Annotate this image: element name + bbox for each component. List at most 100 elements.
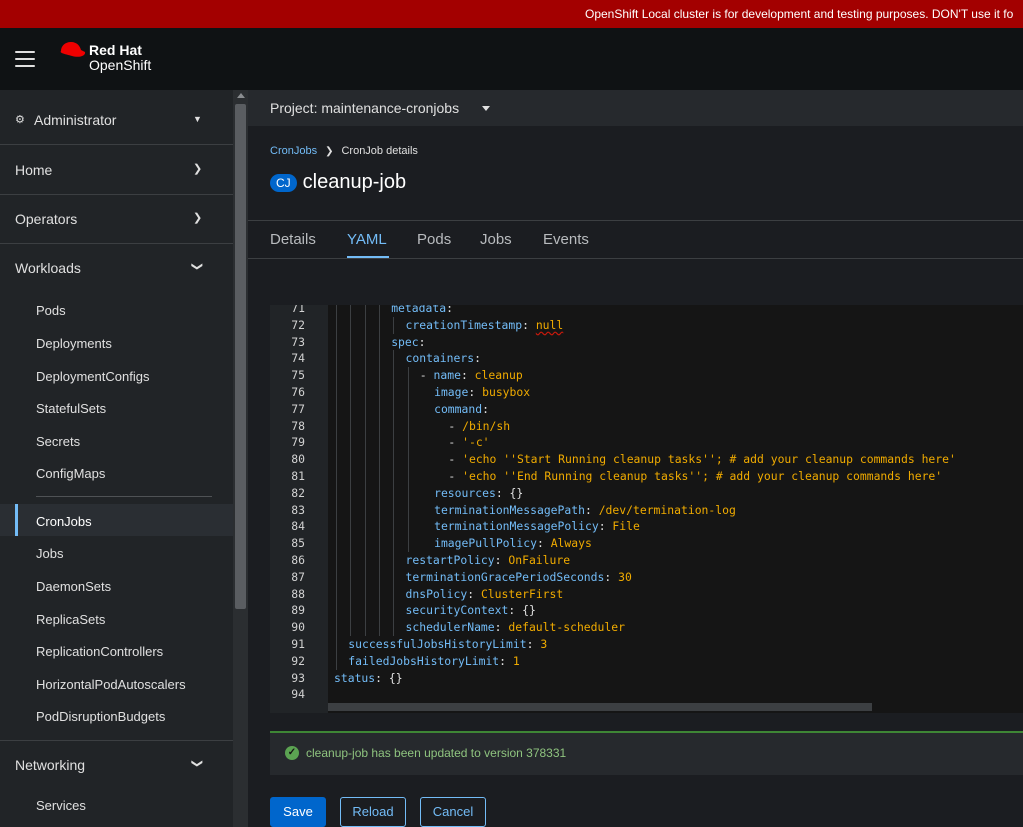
indent-guide — [407, 400, 409, 418]
indent-guide — [350, 619, 352, 637]
tab-jobs[interactable]: Jobs — [480, 231, 512, 248]
line-number: 85 — [291, 536, 305, 551]
redhat-logo-icon[interactable] — [57, 40, 87, 62]
yaml-separator: : — [467, 586, 481, 601]
line-number: 90 — [291, 620, 305, 635]
yaml-value: null — [535, 317, 564, 332]
indent-guide — [336, 417, 337, 435]
indent-guide — [336, 316, 337, 334]
caret-down-icon: ▼ — [193, 114, 202, 124]
code-line: 91 successfulJobsHistoryLimit: 3 — [270, 636, 1023, 653]
page-title-row: CJ cleanup-job — [270, 171, 406, 195]
code-line: 81 - 'echo ''End Running cleanup tasks'';… — [270, 468, 1023, 485]
sidebar-scrollbar[interactable] — [233, 90, 248, 827]
indent-guide — [407, 384, 409, 401]
indent-guide — [336, 350, 337, 368]
nav-item-replicationcontrollers[interactable]: ReplicationControllers — [36, 644, 163, 659]
nav-item-statefulsets[interactable]: StatefulSets — [36, 401, 106, 416]
nav-item-deployments[interactable]: Deployments — [36, 336, 112, 351]
yaml-editor[interactable]: 71 metadata: 72 creationTimestamp: null 73 sp… — [270, 305, 1023, 713]
scroll-up-arrow-icon[interactable] — [237, 93, 245, 98]
tab-events[interactable]: Events — [543, 231, 589, 248]
indent-guide — [364, 602, 366, 620]
indent-guide — [336, 568, 337, 586]
line-number: 78 — [291, 418, 305, 433]
line-number: 79 — [291, 435, 305, 450]
nav-section-home[interactable]: Home ❯ — [0, 146, 233, 195]
nav-item-pods[interactable]: Pods — [36, 303, 66, 318]
cancel-button[interactable]: Cancel — [420, 797, 486, 827]
editor-horizontal-scrollbar[interactable] — [328, 703, 872, 711]
yaml-key: restartPolicy — [405, 553, 495, 567]
reload-button[interactable]: Reload — [340, 797, 406, 827]
line-number: 75 — [291, 368, 305, 383]
indent-guide — [407, 468, 409, 485]
code-line: 86 restartPolicy: OnFailure — [270, 552, 1023, 569]
indent-guide — [364, 619, 366, 637]
nav-item-horizontalpodautoscalers[interactable]: HorizontalPodAutoscalers — [36, 677, 186, 692]
indent-guide — [350, 434, 352, 452]
check-circle-icon: ✓ — [285, 746, 299, 760]
sidebar-scroll-thumb[interactable] — [235, 104, 246, 609]
hamburger-menu-icon[interactable] — [15, 51, 35, 67]
indent-guide — [407, 367, 409, 385]
indent-guide — [378, 602, 380, 620]
nav-section-networking[interactable]: Networking ❯ — [0, 740, 233, 789]
tab-yaml[interactable]: YAML — [347, 231, 387, 248]
indent-guide — [336, 468, 337, 485]
indent-guide — [350, 350, 352, 368]
yaml-value: busybox — [482, 385, 531, 399]
code-line: 84 terminationMessagePolicy: File — [270, 518, 1023, 536]
indent-guide — [364, 451, 366, 469]
nav-item-poddisruptionbudgets[interactable]: PodDisruptionBudgets — [36, 709, 165, 724]
yaml-value: '-c' — [462, 435, 490, 450]
line-number: 72 — [291, 317, 305, 332]
yaml-value: 'echo ''End Running cleanup tasks''; # a… — [462, 469, 943, 483]
indent-guide — [350, 468, 352, 485]
tab-pods[interactable]: Pods — [417, 231, 451, 248]
brand-logo[interactable]: Red Hat OpenShift — [89, 43, 151, 73]
code-text: terminationGracePeriodSeconds: 30 — [406, 569, 632, 586]
nav-item-services[interactable]: Services — [36, 798, 86, 813]
yaml-separator: : — [508, 603, 523, 618]
indent-guide — [393, 400, 395, 418]
perspective-switcher[interactable]: ⚙ Administrator ▼ — [0, 96, 233, 145]
indent-guide — [364, 305, 366, 317]
nav-item-cronjobs[interactable]: CronJobs — [36, 514, 92, 529]
yaml-value: 'echo ''Start Running cleanup tasks''; #… — [462, 452, 956, 467]
yaml-value: 3 — [540, 637, 548, 651]
nav-section-networking-label: Networking — [15, 757, 86, 773]
alert-message: cleanup-job has been updated to version … — [306, 746, 567, 760]
code-line: 92 failedJobsHistoryLimit: 1 — [270, 652, 1023, 670]
nav-item-secrets[interactable]: Secrets — [36, 434, 80, 449]
yaml-value: {} — [509, 485, 524, 500]
tab-details[interactable]: Details — [270, 231, 316, 248]
indent-guide — [336, 535, 337, 553]
indent-guide — [378, 305, 380, 317]
yaml-separator: : — [499, 653, 513, 668]
yaml-key: command — [434, 401, 483, 416]
tabs-divider — [248, 258, 1023, 259]
nav-item-configmaps[interactable]: ConfigMaps — [36, 466, 105, 481]
code-text: schedulerName: default-scheduler — [406, 619, 625, 636]
save-button[interactable]: Save — [270, 797, 326, 827]
project-selector[interactable]: Project: maintenance-cronjobs — [248, 90, 1023, 126]
line-number: 83 — [291, 502, 305, 517]
breadcrumb-cronjobs-link[interactable]: CronJobs — [270, 145, 317, 157]
indent-guide — [378, 316, 380, 334]
yaml-key: terminationGracePeriodSeconds — [405, 569, 605, 584]
yaml-separator: : — [418, 334, 426, 349]
yaml-key: containers — [405, 351, 475, 366]
yaml-key: terminationMessagePolicy — [434, 519, 599, 534]
yaml-value: {} — [388, 670, 403, 685]
nav-item-replicasets[interactable]: ReplicaSets — [36, 612, 105, 627]
nav-section-home-label: Home — [15, 162, 53, 178]
nav-section-operators[interactable]: Operators ❯ — [0, 195, 233, 244]
code-text: - 'echo ''Start Running cleanup tasks'';… — [448, 451, 955, 468]
nav-item-daemonsets[interactable]: DaemonSets — [36, 579, 111, 594]
nav-item-deploymentconfigs[interactable]: DeploymentConfigs — [36, 369, 149, 384]
nav-section-workloads[interactable]: Workloads ❯ — [0, 244, 233, 293]
yaml-key: resources — [434, 485, 496, 500]
nav-item-jobs[interactable]: Jobs — [36, 546, 63, 561]
yaml-separator: : — [375, 670, 389, 685]
